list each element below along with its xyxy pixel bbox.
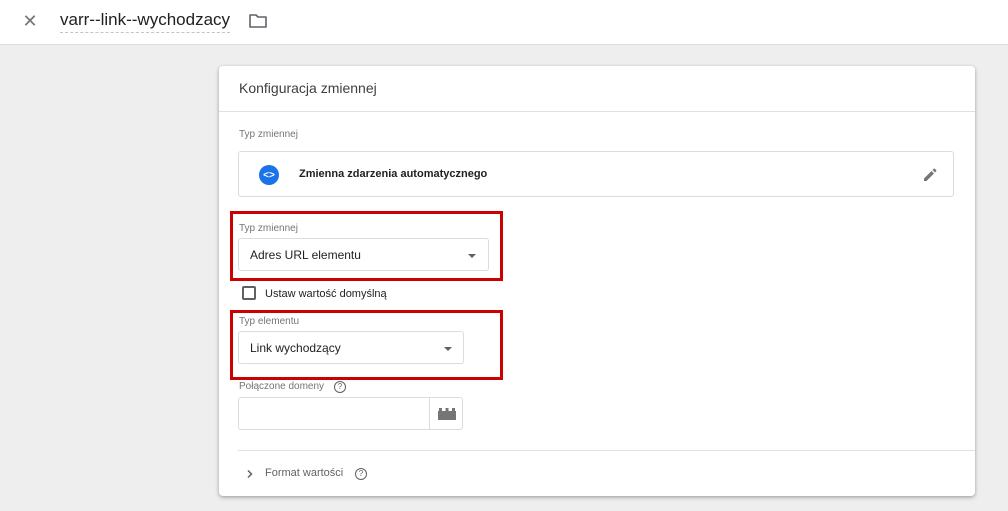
variable-type-box[interactable]: <> Zmienna zdarzenia automatycznego: [238, 151, 954, 197]
help-circle-icon[interactable]: ?: [355, 468, 367, 480]
card-header: Konfiguracja zmiennej: [219, 66, 975, 112]
folder-icon[interactable]: [248, 11, 268, 31]
variable-type-section-label: Typ zmiennej: [239, 129, 298, 140]
variable-type-field-label: Typ zmiennej: [239, 223, 298, 234]
variable-type-name: Zmienna zdarzenia automatycznego: [299, 168, 488, 180]
default-value-checkbox-label[interactable]: Ustaw wartość domyślną: [265, 288, 387, 300]
pencil-icon[interactable]: [921, 166, 939, 184]
section-divider: [238, 450, 975, 451]
format-value-toggle[interactable]: Format wartości: [265, 467, 343, 479]
dropdown-arrow-icon: [444, 347, 452, 351]
top-bar: ✕ varr--link--wychodzacy: [0, 0, 1008, 45]
variable-configuration-card: Konfiguracja zmiennej Typ zmiennej <> Zm…: [219, 66, 975, 496]
lego-brick-icon: [438, 408, 456, 420]
default-value-checkbox[interactable]: [242, 286, 256, 300]
dropdown-arrow-icon: [468, 254, 476, 258]
element-type-select[interactable]: Link wychodzący: [238, 331, 464, 364]
linked-domains-label: Połączone domeny: [239, 381, 325, 392]
card-title: Konfiguracja zmiennej: [239, 80, 377, 96]
element-type-field-label: Typ elementu: [239, 316, 300, 327]
variable-type-select[interactable]: Adres URL elementu: [238, 238, 489, 271]
variable-type-select-value: Adres URL elementu: [250, 248, 361, 262]
close-icon[interactable]: ✕: [20, 11, 40, 31]
element-type-select-value: Link wychodzący: [250, 341, 341, 355]
chevron-right-icon[interactable]: [245, 466, 255, 479]
insert-variable-button[interactable]: [429, 397, 463, 430]
code-brackets-icon: <>: [259, 165, 279, 185]
variable-name-title[interactable]: varr--link--wychodzacy: [60, 10, 231, 33]
help-circle-icon[interactable]: ?: [334, 381, 346, 393]
linked-domains-input[interactable]: [238, 397, 430, 430]
